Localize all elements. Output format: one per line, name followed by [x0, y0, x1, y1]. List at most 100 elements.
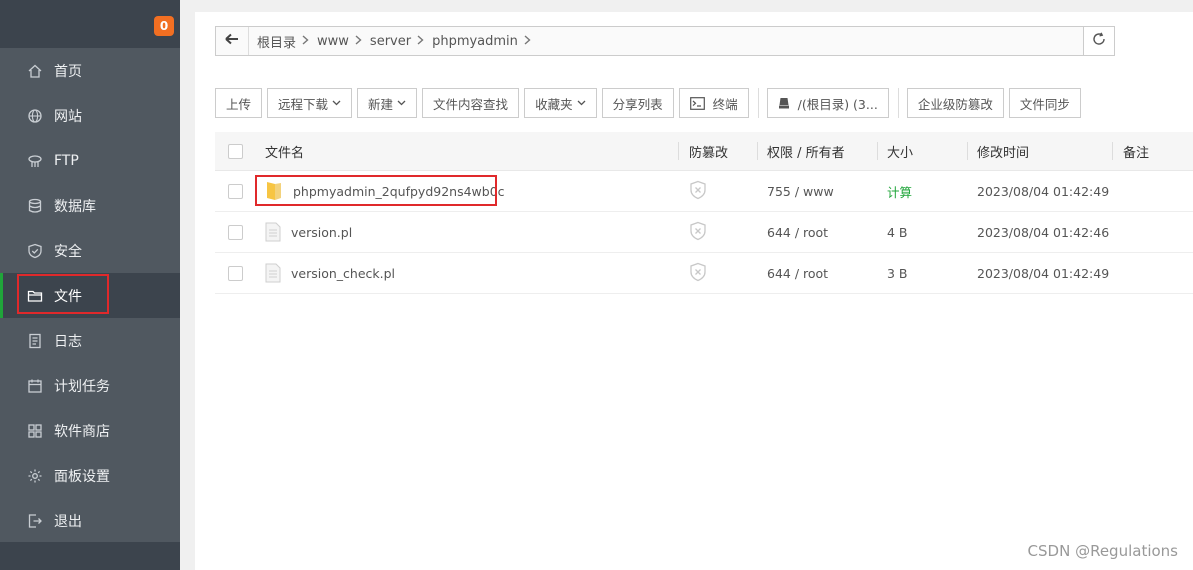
arrow-left-icon	[225, 33, 239, 49]
disk-button[interactable]: /(根目录) (3...	[766, 88, 889, 118]
col-mtime[interactable]: 修改时间	[977, 142, 1029, 161]
sidebar-item-label: 文件	[54, 288, 82, 305]
notification-badge[interactable]: 0	[154, 16, 174, 36]
button-label: 远程下载	[278, 96, 329, 112]
size-calc-link[interactable]: 计算	[887, 182, 912, 201]
sidebar-item-database[interactable]: 数据库	[0, 183, 180, 228]
toolbar-divider	[757, 88, 759, 118]
sidebar-item-logout[interactable]: 退出	[0, 498, 180, 543]
back-button[interactable]	[216, 27, 249, 55]
breadcrumb-item[interactable]: 根目录	[249, 32, 302, 51]
row-checkbox[interactable]	[228, 183, 243, 199]
table-row[interactable]: version_check.pl 644 / root 3 B 2023/08/…	[215, 253, 1193, 294]
row-checkbox[interactable]	[228, 265, 243, 281]
exit-icon	[27, 513, 43, 529]
col-size[interactable]: 大小	[887, 142, 913, 161]
shield-x-icon[interactable]	[689, 221, 707, 244]
col-protect: 防篡改	[689, 145, 729, 161]
shield-icon	[27, 243, 43, 259]
terminal-button[interactable]: 终端	[678, 88, 749, 118]
file-name[interactable]: phpmyadmin_2qufpyd92ns4wb0c	[293, 184, 505, 199]
column-divider	[967, 142, 968, 160]
sidebar-item-logs[interactable]: 日志	[0, 318, 180, 363]
column-divider	[877, 142, 878, 160]
sidebar-item-store[interactable]: 软件商店	[0, 408, 180, 453]
column-divider	[1112, 142, 1113, 160]
sidebar-header: 0	[0, 0, 180, 48]
column-divider	[678, 142, 679, 160]
refresh-button[interactable]	[1083, 27, 1114, 55]
breadcrumb-item[interactable]: www	[309, 34, 355, 49]
breadcrumb-item[interactable]: phpmyadmin	[424, 34, 524, 49]
chevron-right-icon	[417, 34, 424, 48]
terminal-icon	[689, 96, 705, 110]
disk-icon	[778, 97, 790, 109]
select-all-checkbox[interactable]	[228, 143, 243, 159]
mtime-cell: 2023/08/04 01:42:49	[977, 183, 1110, 199]
gear-icon	[27, 468, 43, 484]
col-filename[interactable]: 文件名	[265, 142, 304, 161]
sidebar-item-label: 安全	[54, 243, 82, 260]
ftp-icon	[27, 153, 43, 169]
file-sync-button[interactable]: 文件同步	[1008, 88, 1081, 118]
col-note: 备注	[1123, 145, 1150, 161]
toolbar: 上传 远程下载 新建 文件内容查找 收藏夹 分享列表 终端 /(根目录) (3.…	[215, 88, 1086, 118]
sidebar-item-cron[interactable]: 计划任务	[0, 363, 180, 408]
file-name[interactable]: version_check.pl	[291, 266, 395, 281]
permission-cell[interactable]: 644 / root	[767, 266, 828, 281]
sidebar-item-label: 面板设置	[54, 468, 110, 485]
sidebar-item-home[interactable]: 首页	[0, 48, 180, 93]
row-checkbox[interactable]	[228, 224, 243, 240]
sidebar-item-label: 首页	[54, 63, 82, 80]
sidebar: 0 首页 网站 FTP 数据库 安全 文件 日志 计划任务 软件商店 面板设置 …	[0, 0, 180, 570]
mtime-cell: 2023/08/04 01:42:49	[977, 265, 1110, 281]
button-label: 收藏夹	[535, 96, 573, 112]
sidebar-item-label: 软件商店	[54, 423, 110, 440]
remote-download-button[interactable]: 远程下载	[267, 88, 353, 118]
share-list-button[interactable]: 分享列表	[601, 88, 674, 118]
upload-button[interactable]: 上传	[215, 88, 263, 118]
favorites-button[interactable]: 收藏夹	[524, 88, 597, 118]
mtime-cell: 2023/08/04 01:42:46	[977, 224, 1110, 240]
shield-x-icon[interactable]	[689, 180, 707, 203]
table-row[interactable]: version.pl 644 / root 4 B 2023/08/04 01:…	[215, 212, 1193, 253]
table-header: 文件名 防篡改 权限 / 所有者 大小 修改时间 备注	[215, 132, 1193, 171]
calendar-icon	[27, 378, 43, 394]
button-label: 终端	[712, 96, 738, 112]
chevron-down-icon	[577, 100, 586, 106]
file-name[interactable]: version.pl	[291, 225, 352, 240]
new-button[interactable]: 新建	[357, 88, 418, 118]
globe-icon	[27, 108, 43, 124]
file-name-cell[interactable]: version.pl	[265, 222, 352, 242]
breadcrumb-item[interactable]: server	[362, 34, 417, 49]
folder-icon	[27, 288, 43, 304]
sidebar-item-files[interactable]: 文件	[0, 273, 180, 318]
sidebar-item-security[interactable]: 安全	[0, 228, 180, 273]
chevron-down-icon	[332, 100, 341, 106]
path-bar: 根目录 www server phpmyadmin	[215, 26, 1115, 56]
search-content-button[interactable]: 文件内容查找	[422, 88, 520, 118]
table-row[interactable]: phpmyadmin_2qufpyd92ns4wb0c 755 / www 计算…	[215, 171, 1193, 212]
sidebar-item-label: 计划任务	[54, 378, 110, 395]
chevron-right-icon	[524, 34, 531, 48]
size-cell: 3 B	[887, 265, 908, 281]
chevron-right-icon	[355, 34, 362, 48]
log-icon	[27, 333, 43, 349]
shield-x-icon[interactable]	[689, 262, 707, 285]
sidebar-item-ftp[interactable]: FTP	[0, 138, 180, 183]
sidebar-item-settings[interactable]: 面板设置	[0, 453, 180, 498]
button-label: /(根目录) (3...	[797, 96, 878, 112]
permission-cell[interactable]: 755 / www	[767, 184, 834, 199]
watermark: CSDN @Regulations	[1027, 542, 1178, 560]
file-icon	[265, 222, 281, 242]
toolbar-divider	[897, 88, 899, 118]
permission-cell[interactable]: 644 / root	[767, 225, 828, 240]
col-permission[interactable]: 权限 / 所有者	[767, 142, 845, 161]
tamper-proof-button[interactable]: 企业级防篡改	[906, 88, 1004, 118]
file-table: 文件名 防篡改 权限 / 所有者 大小 修改时间 备注 phpmyadmin_2…	[215, 132, 1193, 294]
sidebar-item-website[interactable]: 网站	[0, 93, 180, 138]
file-name-cell[interactable]: version_check.pl	[265, 263, 395, 283]
home-icon	[27, 63, 43, 79]
file-name-cell[interactable]: phpmyadmin_2qufpyd92ns4wb0c	[265, 181, 505, 201]
folder-icon	[265, 181, 283, 201]
